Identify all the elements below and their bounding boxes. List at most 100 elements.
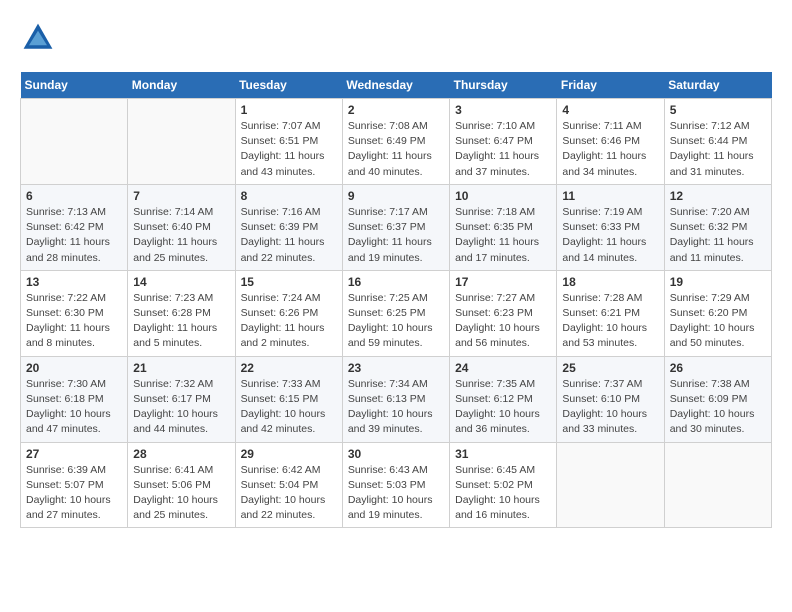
day-info: Sunrise: 7:17 AM Sunset: 6:37 PM Dayligh… [348,205,444,266]
calendar-cell: 11 Sunrise: 7:19 AM Sunset: 6:33 PM Dayli… [557,184,664,270]
day-number: 2 [348,103,444,117]
day-info: Sunrise: 7:30 AM Sunset: 6:18 PM Dayligh… [26,377,122,438]
day-number: 3 [455,103,551,117]
calendar-cell: 12 Sunrise: 7:20 AM Sunset: 6:32 PM Dayli… [664,184,771,270]
calendar-cell: 4Sunrise: 7:11 AM Sunset: 6:46 PM Daylig… [557,99,664,185]
day-info: Sunrise: 6:43 AM Sunset: 5:03 PM Dayligh… [348,463,444,524]
day-number: 19 [670,275,766,289]
day-number: 28 [133,447,229,461]
calendar-cell [664,442,771,528]
day-number: 6 [26,189,122,203]
day-info: Sunrise: 7:08 AM Sunset: 6:49 PM Dayligh… [348,119,444,180]
day-number: 12 [670,189,766,203]
calendar-week-row: 27 Sunrise: 6:39 AM Sunset: 5:07 PM Dayli… [21,442,772,528]
day-info: Sunrise: 7:35 AM Sunset: 6:12 PM Dayligh… [455,377,551,438]
day-number: 23 [348,361,444,375]
weekday-header-wednesday: Wednesday [342,72,449,99]
calendar-cell: 6 Sunrise: 7:13 AM Sunset: 6:42 PM Daylig… [21,184,128,270]
day-number: 31 [455,447,551,461]
weekday-header-monday: Monday [128,72,235,99]
day-number: 7 [133,189,229,203]
day-number: 1 [241,103,337,117]
day-number: 8 [241,189,337,203]
day-number: 27 [26,447,122,461]
calendar-cell: 9Sunrise: 7:17 AM Sunset: 6:37 PM Daylig… [342,184,449,270]
calendar-cell: 1 Sunrise: 7:07 AM Sunset: 6:51 PM Daylig… [235,99,342,185]
calendar-cell: 3 Sunrise: 7:10 AM Sunset: 6:47 PM Daylig… [450,99,557,185]
calendar-cell: 16Sunrise: 7:25 AM Sunset: 6:25 PM Dayli… [342,270,449,356]
day-number: 20 [26,361,122,375]
day-number: 13 [26,275,122,289]
calendar-cell: 8 Sunrise: 7:16 AM Sunset: 6:39 PM Daylig… [235,184,342,270]
logo [20,20,60,56]
day-info: Sunrise: 7:12 AM Sunset: 6:44 PM Dayligh… [670,119,766,180]
day-info: Sunrise: 7:19 AM Sunset: 6:33 PM Dayligh… [562,205,658,266]
day-number: 30 [348,447,444,461]
day-number: 29 [241,447,337,461]
day-number: 26 [670,361,766,375]
day-info: Sunrise: 7:14 AM Sunset: 6:40 PM Dayligh… [133,205,229,266]
calendar-cell: 20 Sunrise: 7:30 AM Sunset: 6:18 PM Dayli… [21,356,128,442]
calendar-cell: 29 Sunrise: 6:42 AM Sunset: 5:04 PM Dayli… [235,442,342,528]
calendar-week-row: 6 Sunrise: 7:13 AM Sunset: 6:42 PM Daylig… [21,184,772,270]
day-number: 25 [562,361,658,375]
day-info: Sunrise: 7:07 AM Sunset: 6:51 PM Dayligh… [241,119,337,180]
calendar-cell: 21 Sunrise: 7:32 AM Sunset: 6:17 PM Dayli… [128,356,235,442]
day-info: Sunrise: 7:33 AM Sunset: 6:15 PM Dayligh… [241,377,337,438]
calendar-cell: 2 Sunrise: 7:08 AM Sunset: 6:49 PM Daylig… [342,99,449,185]
day-info: Sunrise: 6:41 AM Sunset: 5:06 PM Dayligh… [133,463,229,524]
day-number: 10 [455,189,551,203]
day-info: Sunrise: 7:27 AM Sunset: 6:23 PM Dayligh… [455,291,551,352]
logo-icon [20,20,56,56]
day-info: Sunrise: 7:23 AM Sunset: 6:28 PM Dayligh… [133,291,229,352]
day-info: Sunrise: 6:39 AM Sunset: 5:07 PM Dayligh… [26,463,122,524]
calendar-cell: 27 Sunrise: 6:39 AM Sunset: 5:07 PM Dayli… [21,442,128,528]
day-info: Sunrise: 6:45 AM Sunset: 5:02 PM Dayligh… [455,463,551,524]
calendar-cell: 17 Sunrise: 7:27 AM Sunset: 6:23 PM Dayli… [450,270,557,356]
calendar-cell: 26 Sunrise: 7:38 AM Sunset: 6:09 PM Dayli… [664,356,771,442]
day-number: 17 [455,275,551,289]
day-info: Sunrise: 7:13 AM Sunset: 6:42 PM Dayligh… [26,205,122,266]
calendar-cell: 31 Sunrise: 6:45 AM Sunset: 5:02 PM Dayli… [450,442,557,528]
calendar-cell [128,99,235,185]
day-info: Sunrise: 7:38 AM Sunset: 6:09 PM Dayligh… [670,377,766,438]
calendar-week-row: 20 Sunrise: 7:30 AM Sunset: 6:18 PM Dayli… [21,356,772,442]
day-info: Sunrise: 7:22 AM Sunset: 6:30 PM Dayligh… [26,291,122,352]
weekday-header-friday: Friday [557,72,664,99]
day-info: Sunrise: 7:11 AM Sunset: 6:46 PM Dayligh… [562,119,658,180]
calendar-cell: 18Sunrise: 7:28 AM Sunset: 6:21 PM Dayli… [557,270,664,356]
calendar-week-row: 1 Sunrise: 7:07 AM Sunset: 6:51 PM Daylig… [21,99,772,185]
calendar-cell: 30 Sunrise: 6:43 AM Sunset: 5:03 PM Dayli… [342,442,449,528]
calendar-cell [21,99,128,185]
page-header [20,20,772,56]
weekday-header-sunday: Sunday [21,72,128,99]
day-number: 21 [133,361,229,375]
day-info: Sunrise: 7:25 AM Sunset: 6:25 PM Dayligh… [348,291,444,352]
day-info: Sunrise: 7:32 AM Sunset: 6:17 PM Dayligh… [133,377,229,438]
day-number: 11 [562,189,658,203]
weekday-header-tuesday: Tuesday [235,72,342,99]
day-info: Sunrise: 7:29 AM Sunset: 6:20 PM Dayligh… [670,291,766,352]
day-number: 15 [241,275,337,289]
calendar-cell: 22 Sunrise: 7:33 AM Sunset: 6:15 PM Dayli… [235,356,342,442]
day-info: Sunrise: 7:18 AM Sunset: 6:35 PM Dayligh… [455,205,551,266]
calendar-cell: 14 Sunrise: 7:23 AM Sunset: 6:28 PM Dayli… [128,270,235,356]
weekday-header-saturday: Saturday [664,72,771,99]
day-info: Sunrise: 7:10 AM Sunset: 6:47 PM Dayligh… [455,119,551,180]
day-info: Sunrise: 7:16 AM Sunset: 6:39 PM Dayligh… [241,205,337,266]
calendar-cell: 19 Sunrise: 7:29 AM Sunset: 6:20 PM Dayli… [664,270,771,356]
calendar-cell: 5Sunrise: 7:12 AM Sunset: 6:44 PM Daylig… [664,99,771,185]
calendar-cell: 13 Sunrise: 7:22 AM Sunset: 6:30 PM Dayli… [21,270,128,356]
calendar-week-row: 13 Sunrise: 7:22 AM Sunset: 6:30 PM Dayli… [21,270,772,356]
calendar-table: SundayMondayTuesdayWednesdayThursdayFrid… [20,72,772,528]
day-info: Sunrise: 7:20 AM Sunset: 6:32 PM Dayligh… [670,205,766,266]
day-info: Sunrise: 7:24 AM Sunset: 6:26 PM Dayligh… [241,291,337,352]
day-info: Sunrise: 6:42 AM Sunset: 5:04 PM Dayligh… [241,463,337,524]
day-number: 22 [241,361,337,375]
calendar-cell: 15 Sunrise: 7:24 AM Sunset: 6:26 PM Dayli… [235,270,342,356]
day-number: 14 [133,275,229,289]
day-info: Sunrise: 7:37 AM Sunset: 6:10 PM Dayligh… [562,377,658,438]
calendar-cell: 28 Sunrise: 6:41 AM Sunset: 5:06 PM Dayli… [128,442,235,528]
calendar-cell [557,442,664,528]
calendar-cell: 25 Sunrise: 7:37 AM Sunset: 6:10 PM Dayli… [557,356,664,442]
